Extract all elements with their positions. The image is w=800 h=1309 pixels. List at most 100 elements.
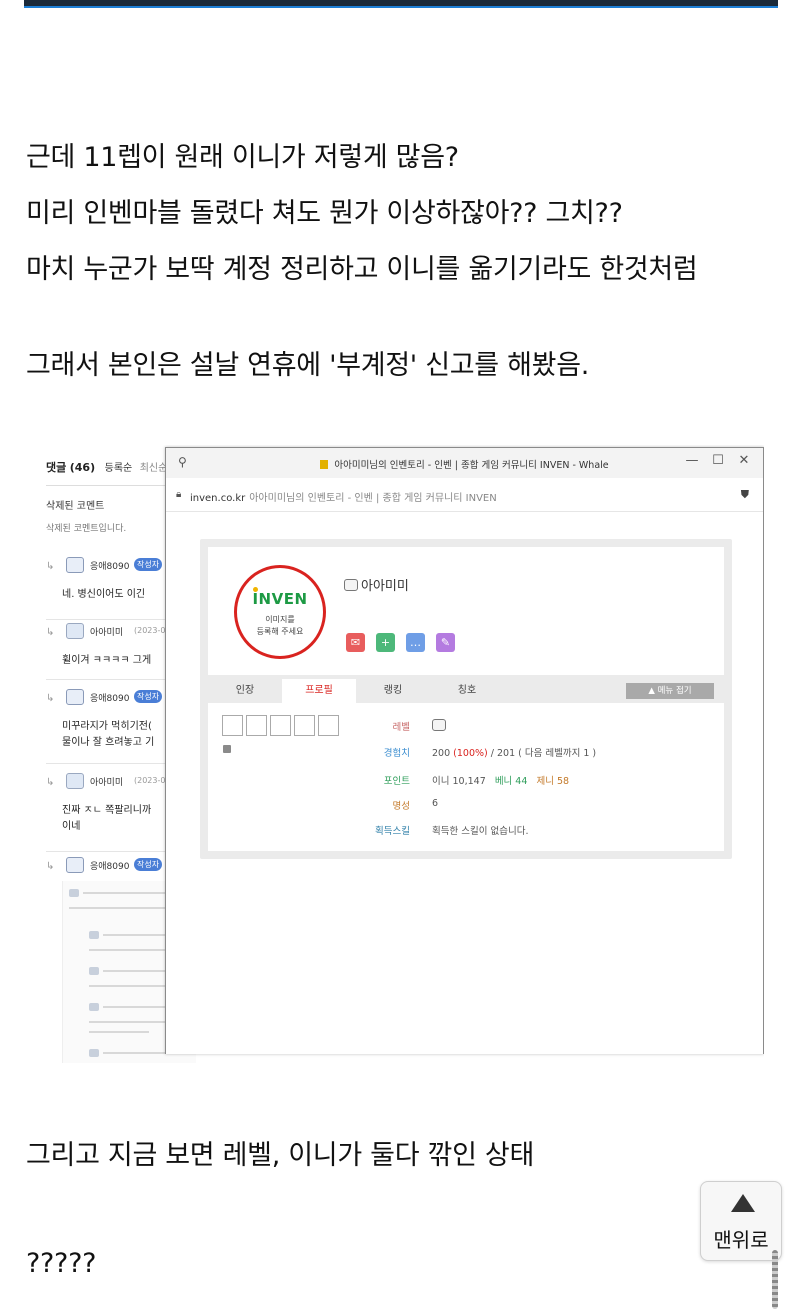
close-button[interactable]: ✕ — [731, 453, 757, 468]
nickname-text: 아아미미 — [361, 579, 409, 594]
comment-nick[interactable]: 아아미미 — [90, 625, 123, 638]
window-titlebar: ⚲ 아아미미님의 인벤토리 - 인벤 | 종합 게임 커뮤니티 INVEN - … — [166, 448, 763, 478]
thumb-line — [89, 1031, 149, 1033]
thumb-line — [83, 892, 173, 894]
stat-exp: 경험치 200 (100%) / 201 ( 다음 레벨까지 1 ) — [208, 745, 724, 765]
profile-tabs: 인장 프로필 랭킹 칭호 ▲ 메뉴 접기 — [208, 679, 724, 703]
window-title: 아아미미님의 인벤토리 - 인벤 | 종합 게임 커뮤니티 INVEN - Wh… — [166, 457, 763, 471]
comment-nick[interactable]: 응애8090 — [90, 559, 129, 572]
thumb-level-icon — [89, 931, 99, 939]
exp-current: 200 — [432, 748, 451, 759]
comment-header-label: 댓글 — [46, 461, 67, 474]
more-icon[interactable]: … — [406, 633, 425, 652]
placeholder-text: 이미지를 — [265, 615, 295, 624]
level-icon — [432, 719, 446, 731]
deleted-comment-title: 삭제된 코멘트 — [46, 501, 105, 512]
tab-title[interactable]: 칭호 — [430, 679, 504, 703]
comment-body-line: 진짜 ㅈㄴ 쪽팔리니까 — [62, 805, 152, 816]
minimize-button[interactable]: — — [679, 453, 705, 468]
shield-icon[interactable]: ⛊ — [741, 488, 749, 502]
placeholder-text: 등록해 주세요 — [256, 627, 304, 636]
tab-profile[interactable]: 프로필 — [282, 679, 356, 703]
sort-registered[interactable]: 등록순 — [105, 463, 133, 474]
stat-label: 포인트 — [383, 776, 410, 787]
scroll-to-top-button[interactable]: 맨위로 — [700, 1181, 782, 1261]
thumb-level-icon — [89, 1003, 99, 1011]
comment-body: 진짜 ㅈㄴ 쪽팔리니까이네 — [62, 803, 151, 835]
edit-icon[interactable]: ✎ — [436, 633, 455, 652]
page-content: INVEN 이미지를 등록해 주세요 아아미미 ✉ + … ✎ 인장 프로필 랭킹 칭… — [166, 513, 763, 1054]
window-title-text: 아아미미님의 인벤토리 - 인벤 | 종합 게임 커뮤니티 INVEN - Wh… — [334, 460, 609, 471]
comment-body-line: 이네 — [62, 821, 81, 832]
inventory-panel: INVEN 이미지를 등록해 주세요 아아미미 ✉ + … ✎ 인장 프로필 랭킹 칭… — [200, 539, 732, 859]
profile-stats: 레벨 경험치 200 (100%) / 201 ( 다음 레벨까지 1 ) 포인… — [208, 703, 724, 851]
profile-nickname: 아아미미 — [344, 575, 409, 594]
comment-body: 네. 병신이어도 이긴 — [62, 589, 146, 600]
browser-window: ⚲ 아아미미님의 인벤토리 - 인벤 | 종합 게임 커뮤니티 INVEN - … — [165, 447, 764, 1054]
thumb-level-icon — [89, 1049, 99, 1057]
tab-ranking[interactable]: 랭킹 — [356, 679, 430, 703]
url-domain: inven.co.kr — [190, 493, 246, 504]
sort-latest[interactable]: 최신순 — [140, 463, 168, 474]
url-text: inven.co.kr 아아미미님의 인벤토리 - 인벤 | 종합 게임 커뮤니티… — [190, 489, 497, 504]
post-paragraph-4: ????? — [26, 1248, 97, 1279]
post-paragraph-3: 그리고 지금 보면 레벨, 이니가 둘다 깎인 상태 — [26, 1140, 534, 1171]
post-line: 마치 누군가 보딱 계정 정리하고 이니를 옮기기라도 한것처럼 — [26, 254, 698, 285]
deleted-comment-text: 삭제된 코멘트입니다. — [46, 524, 127, 534]
embedded-screenshot: 댓글 (46) 등록순 최신순 삭제된 코멘트 삭제된 코멘트입니다. ↳ 응애… — [46, 445, 764, 1063]
comment-nick[interactable]: 응애8090 — [90, 859, 129, 872]
profile-card: INVEN 이미지를 등록해 주세요 아아미미 ✉ + … ✎ — [208, 547, 724, 675]
author-badge: 작성자 — [134, 858, 163, 871]
stat-point: 포인트 이니 10,147 베니 44 제니 58 — [208, 773, 724, 793]
comment-nick[interactable]: 응애8090 — [90, 691, 129, 704]
jeni-value: 제니 58 — [536, 776, 570, 787]
level-icon — [66, 689, 84, 705]
post-paragraph-2: 그래서 본인은 설날 연휴에 '부계정' 신고를 해봤음. — [26, 350, 590, 381]
stat-label: 명성 — [392, 801, 410, 812]
level-icon — [66, 557, 84, 573]
comment-count: (46) — [69, 461, 96, 474]
mail-icon[interactable]: ✉ — [346, 633, 365, 652]
level-value-icon — [432, 719, 446, 732]
post-line: 미리 인벤마블 돌렸다 쳐도 뭔가 이상하잖아?? 그치?? — [26, 198, 623, 229]
stat-level: 레벨 — [208, 719, 724, 739]
beni-value: 베니 44 — [494, 776, 528, 787]
post-line: 근데 11렙이 원래 이니가 저렇게 많음? — [26, 142, 459, 173]
level-icon — [66, 623, 84, 639]
top-banner-bar — [24, 0, 778, 8]
menu-fold-button[interactable]: ▲ 메뉴 접기 — [626, 683, 714, 699]
inven-logo: INVEN — [237, 587, 323, 608]
comment-body: 미꾸라지가 먹히기전( 물이나 잘 흐려놓고 기 — [62, 719, 154, 751]
comment-body: 휠이겨 ㅋㅋㅋㅋ 그게 — [62, 655, 152, 666]
exp-rest: / 201 ( 다음 레벨까지 1 ) — [490, 748, 597, 759]
top-banner-line — [24, 6, 778, 8]
comment-body-line: 물이나 잘 흐려놓고 기 — [62, 737, 155, 748]
reply-arrow-icon: ↳ — [46, 861, 55, 872]
author-badge: 작성자 — [134, 558, 163, 571]
scroll-handle[interactable] — [772, 1250, 778, 1309]
stat-skill: 획득스킬 획득한 스킬이 없습니다. — [208, 823, 724, 843]
reply-arrow-icon: ↳ — [46, 777, 55, 788]
maximize-button[interactable]: ☐ — [705, 453, 731, 468]
add-friend-icon[interactable]: + — [376, 633, 395, 652]
post-paragraph-1: 근데 11렙이 원래 이니가 저렇게 많음? 미리 인벤마블 돌렸다 쳐도 뭔가… — [26, 130, 698, 298]
thumb-level-icon — [69, 889, 79, 897]
comment-nick[interactable]: 아아미미 — [90, 775, 123, 788]
reply-arrow-icon: ↳ — [46, 693, 55, 704]
stat-value: 200 (100%) / 201 ( 다음 레벨까지 1 ) — [432, 745, 596, 759]
stat-value: 이니 10,147 베니 44 제니 58 — [432, 773, 569, 787]
comment-body-line: 미꾸라지가 먹히기전( — [62, 721, 152, 732]
address-bar[interactable]: 🔒︎ inven.co.kr 아아미미님의 인벤토리 - 인벤 | 종합 게임 커… — [166, 478, 763, 512]
stat-label: 획득스킬 — [375, 826, 410, 837]
reply-arrow-icon: ↳ — [46, 627, 55, 638]
exp-percent: (100%) — [453, 748, 488, 759]
level-icon — [66, 857, 84, 873]
ini-value: 이니 10,147 — [432, 776, 486, 787]
tab-seal[interactable]: 인장 — [208, 679, 282, 703]
profile-actions: ✉ + … ✎ — [346, 631, 466, 652]
reply-arrow-icon: ↳ — [46, 561, 55, 572]
window-controls: — ☐ ✕ — [679, 453, 757, 468]
url-page-title: 아아미미님의 인벤토리 - 인벤 | 종합 게임 커뮤니티 INVEN — [249, 493, 497, 504]
favicon-icon — [320, 460, 329, 469]
profile-image-placeholder[interactable]: INVEN 이미지를 등록해 주세요 — [234, 565, 326, 659]
